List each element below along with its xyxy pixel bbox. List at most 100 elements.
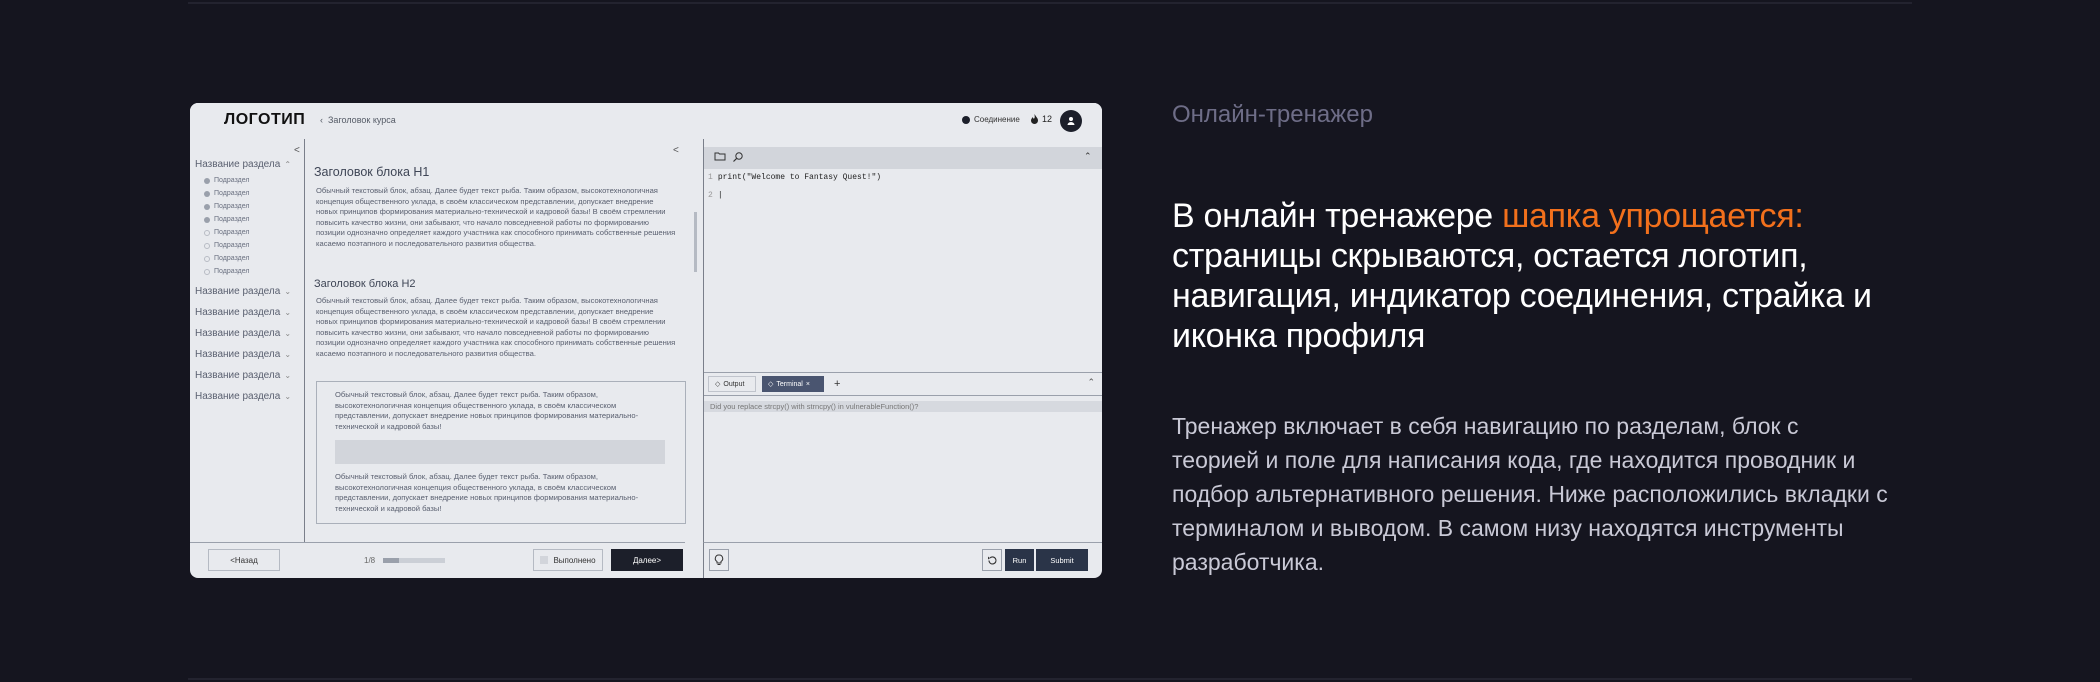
chevron-down-icon: ⌄ [284,350,292,359]
chevron-up-icon[interactable]: ⌃ [1087,377,1095,388]
folder-icon[interactable] [714,151,726,164]
mockup-header: ЛОГОТИП ‹ Заголовок курса Соединение 12 [190,103,1102,139]
description: Тренажер включает в себя навигацию по ра… [1172,413,1888,575]
sidebar-section[interactable]: Название раздела ⌄ [195,328,291,339]
sidebar-section-label: Название раздела [195,159,281,170]
streak-counter: 12 [1030,114,1052,124]
chevron-down-icon: ⌄ [284,308,292,317]
headline-start: В онлайн тренажере [1172,197,1503,235]
hint-button[interactable] [709,549,729,571]
theory-panel: < Заголовок блока H1 Обычный текстовый б… [305,139,697,542]
mark-done-button[interactable]: Выполнено [533,549,603,571]
sidebar-subsection[interactable]: Подраздел [204,268,249,275]
sidebar-subsection[interactable]: Подраздел [204,190,249,197]
block-heading-h1: Заголовок блока H1 [314,165,430,179]
sidebar-subsection[interactable]: Подраздел [204,177,249,184]
status-dot-icon [204,242,210,249]
progress-fill [383,558,399,563]
headline-end: страницы скрываются, остается логотип, н… [1172,237,1872,355]
collapse-theory-icon[interactable]: < [673,145,679,156]
status-dot-icon [204,190,210,197]
subsection-label: Подраздел [214,177,250,184]
sidebar-section[interactable]: Название раздела ⌄ [195,391,291,402]
status-dot-icon [204,177,210,184]
logo[interactable]: ЛОГОТИП [224,111,305,129]
subsection-label: Подраздел [214,255,250,262]
sidebar-section-label: Название раздела [195,349,281,360]
lesson-footer: <Назад 1/8 Выполнено Далее> [190,542,685,578]
block-heading-h2: Заголовок блока H2 [314,278,416,290]
subsection-label: Подраздел [214,242,250,249]
connection-label: Соединение [974,115,1020,124]
submit-button[interactable]: Submit [1036,549,1088,571]
streak-count: 12 [1042,114,1053,124]
sidebar-section-label: Название раздела [195,286,281,297]
add-tab-icon[interactable]: + [828,376,846,392]
tab-output[interactable]: ◇ Output [708,376,756,392]
status-dot-icon [204,255,210,262]
subsection-label: Подраздел [214,203,250,210]
connection-indicator: Соединение [962,115,1020,124]
code-area[interactable]: 1 print("Welcome to Fantasy Quest!") 2 | [708,173,881,209]
done-label: Выполнено [553,555,596,565]
top-divider [188,2,1912,4]
chevron-down-icon: ⌄ [284,287,292,296]
back-button[interactable]: <Назад [208,549,280,571]
tab-icon: ◇ [715,381,721,388]
lightbulb-icon [714,554,724,565]
theory-scrollbar[interactable] [694,212,697,272]
tab-terminal[interactable]: ◇ Terminal × [762,376,824,392]
sidebar-section[interactable]: Название раздела ⌄ [195,307,291,318]
subsection-label: Подраздел [214,268,250,275]
status-dot-icon [204,268,210,275]
bottom-divider [188,678,1912,680]
image-placeholder [335,440,665,464]
sidebar-subsection[interactable]: Подраздел [204,216,249,223]
tab-label: Terminal [776,380,803,388]
line-number: 2 [708,191,713,200]
output-tabs: ◇ Output ◇ Terminal × + ⌃ [704,372,1102,396]
code-line: print("Welcome to Fantasy Quest!") [717,173,882,182]
sidebar-section[interactable]: Название раздела ⌄ [195,349,291,360]
line-number: 1 [708,173,713,182]
profile-avatar[interactable] [1060,110,1082,132]
dev-tools-footer: Run Submit [703,542,1102,578]
fire-icon [1031,114,1038,124]
trainer-mockup: ЛОГОТИП ‹ Заголовок курса Соединение 12 … [190,103,1102,578]
subsection-label: Подраздел [214,190,250,197]
status-dot-icon [204,216,210,223]
breadcrumb[interactable]: ‹ Заголовок курса [320,115,396,125]
sidebar-subsection[interactable]: Подраздел [204,242,249,249]
editor-toolbar: ⌃ [704,147,1102,169]
sidebar-section-open[interactable]: Название раздела ⌃ [195,159,291,170]
reset-button[interactable] [982,549,1002,571]
headline: В онлайн тренажере шапка упрощается: стр… [1172,196,1892,356]
sidebar-section-label: Название раздела [195,370,281,381]
section-eyebrow: Онлайн-тренажер [1172,101,1373,128]
chevron-down-icon: ⌄ [284,392,292,401]
progress-bar [383,558,446,563]
paragraph: Обычный текстовый блок, абзац. Далее буд… [335,472,639,513]
chevron-up-icon[interactable]: ⌃ [1084,151,1092,162]
run-button[interactable]: Run [1005,549,1034,571]
breadcrumb-course[interactable]: Заголовок курса [328,115,396,125]
close-icon[interactable]: × [806,381,810,388]
terminal-output: Did you replace strcpy() with strncpy() … [704,401,1102,412]
subsection-label: Подраздел [214,229,250,236]
text-cursor: | [717,191,723,200]
status-dot-icon [204,203,210,210]
sidebar-subsection[interactable]: Подраздел [204,203,249,210]
sidebar-subsection[interactable]: Подраздел [204,229,249,236]
chevron-left-icon: ‹ [320,115,323,125]
collapse-sidebar-icon[interactable]: < [294,145,300,156]
refresh-icon [987,555,996,564]
search-icon[interactable] [732,151,744,166]
tab-icon: ◇ [768,381,774,388]
next-button[interactable]: Далее> [611,549,683,571]
sidebar-section[interactable]: Название раздела ⌄ [195,286,291,297]
sidebar-subsection[interactable]: Подраздел [204,255,249,262]
sections-sidebar: < Название раздела ⌃ Подраздел Подраздел … [190,139,305,542]
sidebar-section[interactable]: Название раздела ⌄ [195,370,291,381]
framed-block: Обычный текстовый блок, абзац. Далее буд… [316,381,686,524]
paragraph: Обычный текстовый блок, абзац. Далее буд… [316,296,676,358]
